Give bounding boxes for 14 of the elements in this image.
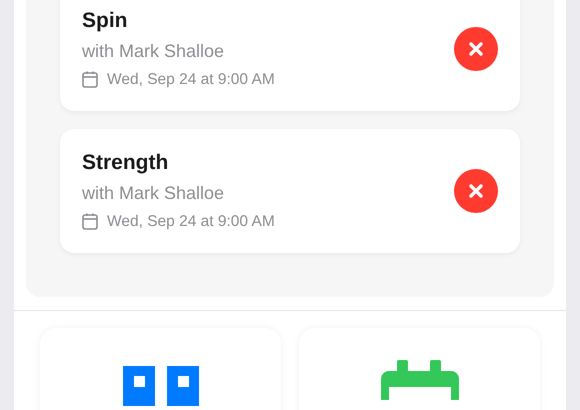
cancel-button[interactable]	[454, 27, 498, 71]
close-icon	[468, 41, 484, 57]
booking-date: Wed, Sep 24 at 9:00 AM	[107, 212, 275, 232]
calendar-icon	[82, 71, 98, 88]
grid-icon	[122, 366, 198, 406]
class-title: Spin	[82, 8, 128, 34]
close-icon	[468, 183, 484, 199]
instructor-name: with Mark Shalloe	[82, 182, 226, 205]
booking-date: Wed, Sep 24 at 9:00 AM	[107, 70, 275, 90]
calendar-icon	[380, 360, 458, 400]
instructor-name: with Mark Shalloe	[82, 40, 226, 63]
cancel-button[interactable]	[454, 169, 498, 213]
calendar-icon	[82, 213, 98, 230]
class-title: Strength	[82, 150, 170, 176]
